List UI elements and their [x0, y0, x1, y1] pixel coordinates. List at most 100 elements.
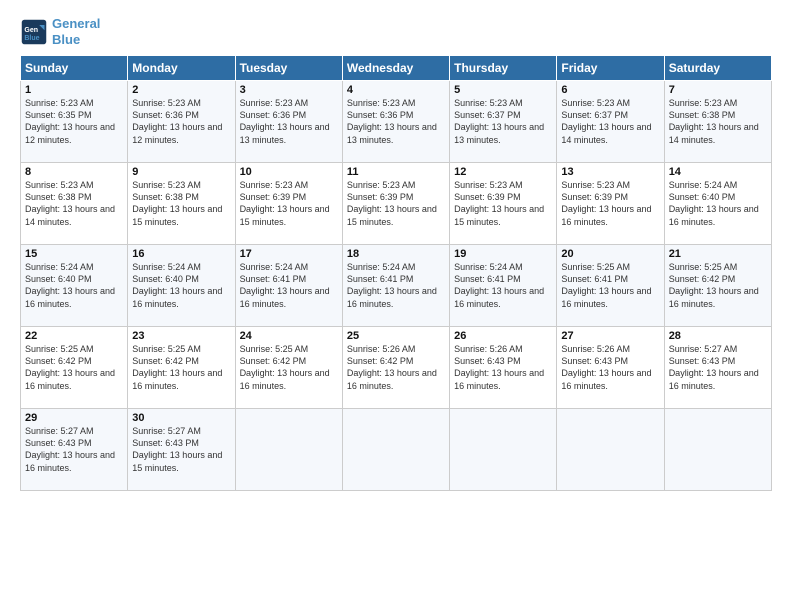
day-number: 6 — [561, 84, 659, 96]
day-cell: 21Sunrise: 5:25 AMSunset: 6:42 PMDayligh… — [664, 245, 771, 327]
col-header-tuesday: Tuesday — [235, 56, 342, 81]
day-cell: 29Sunrise: 5:27 AMSunset: 6:43 PMDayligh… — [21, 409, 128, 491]
day-number: 27 — [561, 330, 659, 342]
day-number: 9 — [132, 166, 230, 178]
day-number: 10 — [240, 166, 338, 178]
day-detail: Sunrise: 5:24 AMSunset: 6:40 PMDaylight:… — [132, 261, 230, 310]
day-cell: 27Sunrise: 5:26 AMSunset: 6:43 PMDayligh… — [557, 327, 664, 409]
day-number: 1 — [25, 84, 123, 96]
col-header-sunday: Sunday — [21, 56, 128, 81]
col-header-monday: Monday — [128, 56, 235, 81]
day-detail: Sunrise: 5:25 AMSunset: 6:42 PMDaylight:… — [669, 261, 767, 310]
day-cell — [342, 409, 449, 491]
day-cell: 2Sunrise: 5:23 AMSunset: 6:36 PMDaylight… — [128, 81, 235, 163]
day-number: 5 — [454, 84, 552, 96]
day-cell: 4Sunrise: 5:23 AMSunset: 6:36 PMDaylight… — [342, 81, 449, 163]
day-detail: Sunrise: 5:26 AMSunset: 6:43 PMDaylight:… — [561, 343, 659, 392]
week-row-1: 1Sunrise: 5:23 AMSunset: 6:35 PMDaylight… — [21, 81, 772, 163]
week-row-2: 8Sunrise: 5:23 AMSunset: 6:38 PMDaylight… — [21, 163, 772, 245]
day-detail: Sunrise: 5:23 AMSunset: 6:39 PMDaylight:… — [240, 179, 338, 228]
col-header-wednesday: Wednesday — [342, 56, 449, 81]
day-number: 23 — [132, 330, 230, 342]
day-cell — [664, 409, 771, 491]
day-number: 25 — [347, 330, 445, 342]
page: Gen Blue General Blue SundayMondayTuesda… — [0, 0, 792, 612]
day-number: 22 — [25, 330, 123, 342]
day-cell: 22Sunrise: 5:25 AMSunset: 6:42 PMDayligh… — [21, 327, 128, 409]
day-detail: Sunrise: 5:24 AMSunset: 6:40 PMDaylight:… — [25, 261, 123, 310]
svg-text:Blue: Blue — [24, 34, 39, 41]
day-number: 7 — [669, 84, 767, 96]
logo-text: General Blue — [52, 16, 100, 47]
day-number: 12 — [454, 166, 552, 178]
day-detail: Sunrise: 5:25 AMSunset: 6:41 PMDaylight:… — [561, 261, 659, 310]
day-cell: 20Sunrise: 5:25 AMSunset: 6:41 PMDayligh… — [557, 245, 664, 327]
day-cell: 7Sunrise: 5:23 AMSunset: 6:38 PMDaylight… — [664, 81, 771, 163]
day-detail: Sunrise: 5:23 AMSunset: 6:38 PMDaylight:… — [669, 97, 767, 146]
day-number: 28 — [669, 330, 767, 342]
day-number: 14 — [669, 166, 767, 178]
day-detail: Sunrise: 5:23 AMSunset: 6:37 PMDaylight:… — [454, 97, 552, 146]
day-detail: Sunrise: 5:26 AMSunset: 6:43 PMDaylight:… — [454, 343, 552, 392]
day-detail: Sunrise: 5:25 AMSunset: 6:42 PMDaylight:… — [25, 343, 123, 392]
day-number: 29 — [25, 412, 123, 424]
day-detail: Sunrise: 5:24 AMSunset: 6:41 PMDaylight:… — [454, 261, 552, 310]
day-detail: Sunrise: 5:24 AMSunset: 6:41 PMDaylight:… — [240, 261, 338, 310]
day-number: 21 — [669, 248, 767, 260]
day-cell: 30Sunrise: 5:27 AMSunset: 6:43 PMDayligh… — [128, 409, 235, 491]
day-cell: 16Sunrise: 5:24 AMSunset: 6:40 PMDayligh… — [128, 245, 235, 327]
header: Gen Blue General Blue — [20, 16, 772, 47]
day-detail: Sunrise: 5:23 AMSunset: 6:35 PMDaylight:… — [25, 97, 123, 146]
day-cell: 5Sunrise: 5:23 AMSunset: 6:37 PMDaylight… — [450, 81, 557, 163]
day-detail: Sunrise: 5:26 AMSunset: 6:42 PMDaylight:… — [347, 343, 445, 392]
day-detail: Sunrise: 5:27 AMSunset: 6:43 PMDaylight:… — [132, 425, 230, 474]
day-number: 4 — [347, 84, 445, 96]
col-header-thursday: Thursday — [450, 56, 557, 81]
day-number: 11 — [347, 166, 445, 178]
day-cell — [235, 409, 342, 491]
day-cell: 24Sunrise: 5:25 AMSunset: 6:42 PMDayligh… — [235, 327, 342, 409]
day-number: 20 — [561, 248, 659, 260]
day-detail: Sunrise: 5:23 AMSunset: 6:39 PMDaylight:… — [561, 179, 659, 228]
day-number: 8 — [25, 166, 123, 178]
day-cell: 28Sunrise: 5:27 AMSunset: 6:43 PMDayligh… — [664, 327, 771, 409]
day-cell: 14Sunrise: 5:24 AMSunset: 6:40 PMDayligh… — [664, 163, 771, 245]
logo: Gen Blue General Blue — [20, 16, 100, 47]
day-cell: 11Sunrise: 5:23 AMSunset: 6:39 PMDayligh… — [342, 163, 449, 245]
day-detail: Sunrise: 5:24 AMSunset: 6:40 PMDaylight:… — [669, 179, 767, 228]
day-number: 30 — [132, 412, 230, 424]
day-cell: 26Sunrise: 5:26 AMSunset: 6:43 PMDayligh… — [450, 327, 557, 409]
day-detail: Sunrise: 5:27 AMSunset: 6:43 PMDaylight:… — [25, 425, 123, 474]
day-cell: 1Sunrise: 5:23 AMSunset: 6:35 PMDaylight… — [21, 81, 128, 163]
day-detail: Sunrise: 5:23 AMSunset: 6:37 PMDaylight:… — [561, 97, 659, 146]
day-detail: Sunrise: 5:23 AMSunset: 6:39 PMDaylight:… — [454, 179, 552, 228]
day-cell: 17Sunrise: 5:24 AMSunset: 6:41 PMDayligh… — [235, 245, 342, 327]
day-cell: 13Sunrise: 5:23 AMSunset: 6:39 PMDayligh… — [557, 163, 664, 245]
day-number: 19 — [454, 248, 552, 260]
day-cell: 10Sunrise: 5:23 AMSunset: 6:39 PMDayligh… — [235, 163, 342, 245]
day-cell — [450, 409, 557, 491]
day-detail: Sunrise: 5:25 AMSunset: 6:42 PMDaylight:… — [240, 343, 338, 392]
day-cell: 3Sunrise: 5:23 AMSunset: 6:36 PMDaylight… — [235, 81, 342, 163]
day-cell: 8Sunrise: 5:23 AMSunset: 6:38 PMDaylight… — [21, 163, 128, 245]
day-cell: 6Sunrise: 5:23 AMSunset: 6:37 PMDaylight… — [557, 81, 664, 163]
week-row-5: 29Sunrise: 5:27 AMSunset: 6:43 PMDayligh… — [21, 409, 772, 491]
day-cell: 9Sunrise: 5:23 AMSunset: 6:38 PMDaylight… — [128, 163, 235, 245]
day-detail: Sunrise: 5:23 AMSunset: 6:38 PMDaylight:… — [25, 179, 123, 228]
week-row-3: 15Sunrise: 5:24 AMSunset: 6:40 PMDayligh… — [21, 245, 772, 327]
day-detail: Sunrise: 5:23 AMSunset: 6:36 PMDaylight:… — [347, 97, 445, 146]
day-number: 13 — [561, 166, 659, 178]
svg-text:Gen: Gen — [24, 27, 38, 34]
day-number: 26 — [454, 330, 552, 342]
day-cell: 18Sunrise: 5:24 AMSunset: 6:41 PMDayligh… — [342, 245, 449, 327]
day-cell: 12Sunrise: 5:23 AMSunset: 6:39 PMDayligh… — [450, 163, 557, 245]
col-header-saturday: Saturday — [664, 56, 771, 81]
day-cell — [557, 409, 664, 491]
day-detail: Sunrise: 5:27 AMSunset: 6:43 PMDaylight:… — [669, 343, 767, 392]
day-cell: 23Sunrise: 5:25 AMSunset: 6:42 PMDayligh… — [128, 327, 235, 409]
col-header-friday: Friday — [557, 56, 664, 81]
week-row-4: 22Sunrise: 5:25 AMSunset: 6:42 PMDayligh… — [21, 327, 772, 409]
day-number: 17 — [240, 248, 338, 260]
day-number: 3 — [240, 84, 338, 96]
day-detail: Sunrise: 5:23 AMSunset: 6:38 PMDaylight:… — [132, 179, 230, 228]
